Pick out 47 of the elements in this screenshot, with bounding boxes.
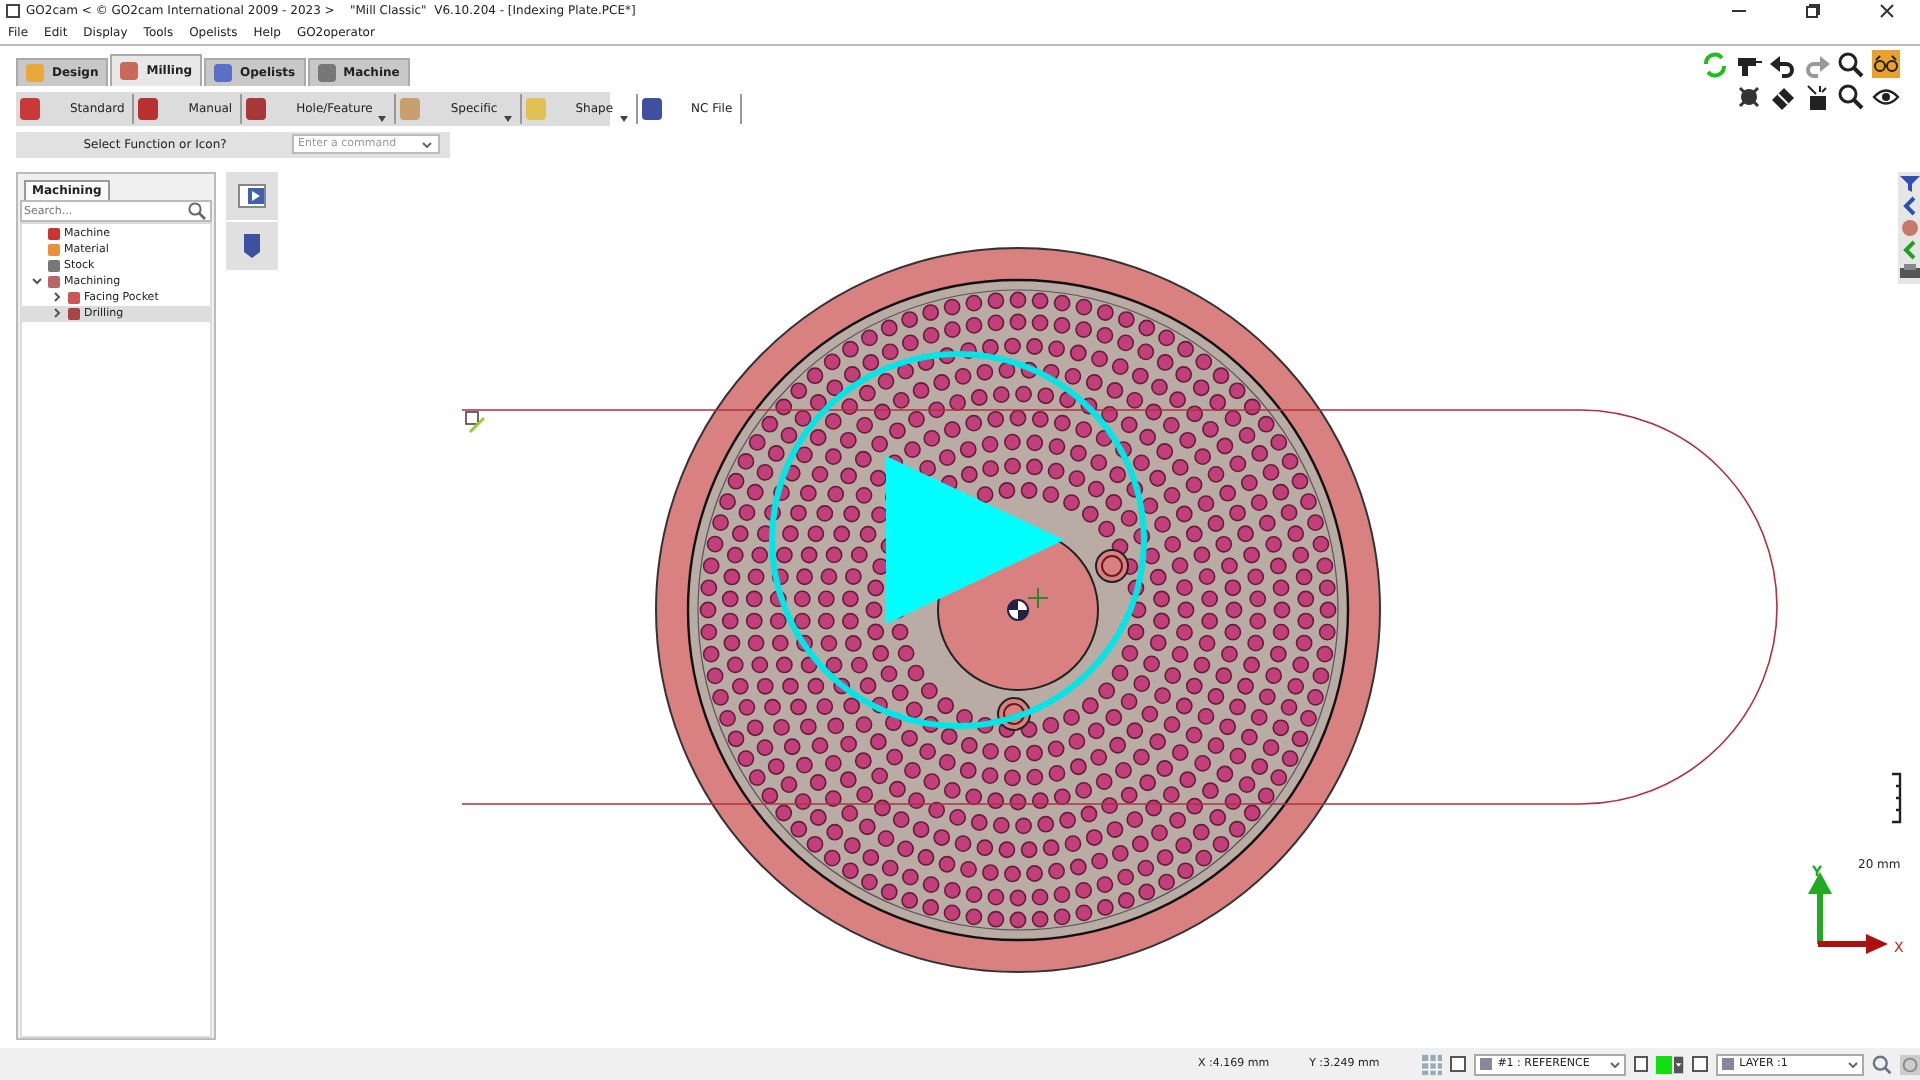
search-icon[interactable] xyxy=(188,202,206,220)
expand-toggle-icon[interactable] xyxy=(52,307,62,317)
checkbox[interactable] xyxy=(1633,1056,1649,1072)
tree-node-icon xyxy=(48,228,60,240)
gear-cross-icon[interactable] xyxy=(1736,84,1762,110)
app-logo-icon xyxy=(6,4,20,18)
undo-icon[interactable] xyxy=(1770,51,1796,77)
color-swatch[interactable] xyxy=(1656,1055,1673,1073)
zoom-icon[interactable] xyxy=(1838,51,1864,77)
minimize-icon[interactable] xyxy=(1731,10,1745,12)
eye-icon[interactable] xyxy=(1872,84,1900,110)
shield-icon xyxy=(242,232,262,260)
side-button[interactable] xyxy=(226,222,278,270)
eraser-icon[interactable] xyxy=(1770,84,1796,110)
help-icon[interactable] xyxy=(1899,1053,1920,1075)
tree-node-icon xyxy=(68,308,80,320)
expand-toggle-icon[interactable] xyxy=(32,275,42,285)
restore-icon[interactable] xyxy=(1805,4,1819,18)
axis-x-arrow xyxy=(1818,934,1888,954)
tree-node-icon xyxy=(48,244,60,256)
filter-icon[interactable] xyxy=(1899,174,1919,194)
chevron-left-icon[interactable] xyxy=(1899,240,1919,260)
dropdown-caret-icon[interactable] xyxy=(619,116,628,122)
side-button[interactable] xyxy=(226,172,278,220)
dropdown-caret-icon[interactable] xyxy=(503,116,512,122)
chevron-left-icon[interactable] xyxy=(1899,196,1919,216)
chevron-down-icon[interactable] xyxy=(1609,1061,1620,1067)
origin-marker-icon xyxy=(465,411,486,434)
expand-toggle-icon[interactable] xyxy=(52,291,62,301)
tree-node-icon xyxy=(48,260,60,272)
dropdown-caret-icon[interactable] xyxy=(1674,1055,1685,1073)
tree-node-icon xyxy=(68,292,80,304)
chevron-down-icon[interactable] xyxy=(422,142,432,148)
tree-node-icon xyxy=(48,276,60,288)
checkbox[interactable] xyxy=(1692,1056,1708,1072)
play-window-icon xyxy=(238,184,266,208)
dropdown-caret-icon[interactable] xyxy=(378,116,387,122)
axis-y-arrow xyxy=(1808,872,1832,944)
chevron-down-icon[interactable] xyxy=(1847,1061,1858,1067)
refresh-icon[interactable] xyxy=(1702,51,1728,77)
play-icon[interactable] xyxy=(886,456,1064,624)
scale-bar xyxy=(1890,772,1902,824)
glasses-icon[interactable] xyxy=(1872,50,1900,78)
checkbox[interactable] xyxy=(1450,1056,1466,1072)
close-icon[interactable] xyxy=(1879,4,1893,18)
zoom-icon[interactable] xyxy=(1838,84,1864,110)
printer-icon[interactable] xyxy=(1899,262,1919,282)
